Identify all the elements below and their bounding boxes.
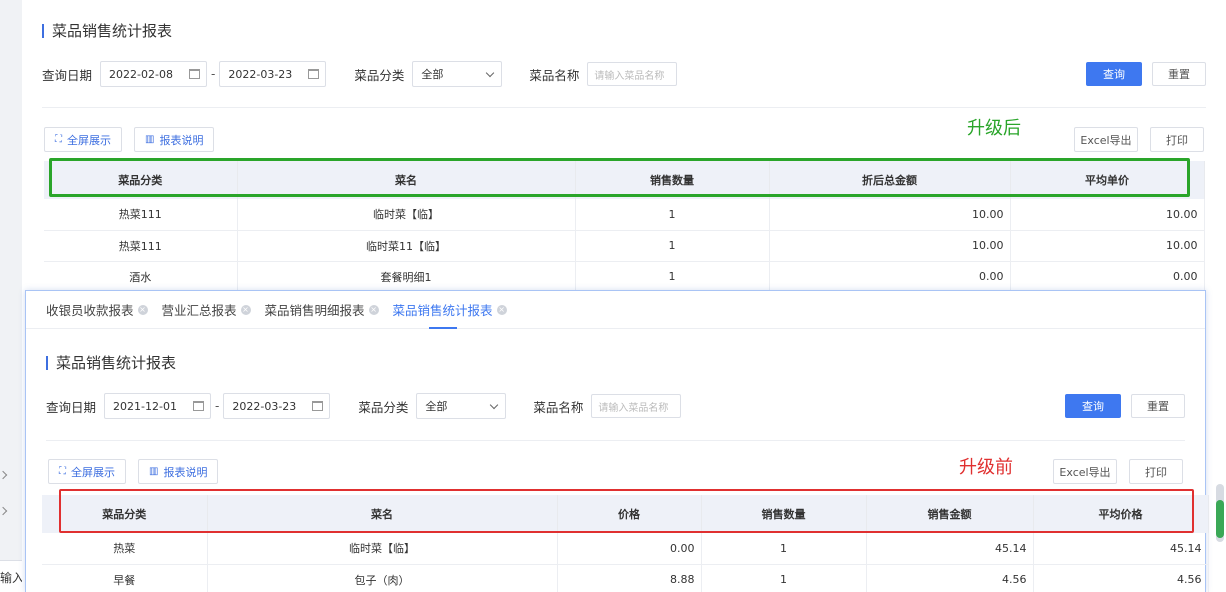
date-end-picker[interactable]: 2022-03-23 — [219, 61, 327, 87]
tab-cashier-report[interactable]: 收银员收款报表 × — [46, 291, 148, 329]
tab-dish-detail-report[interactable]: 菜品销售明细报表 × — [265, 291, 379, 329]
fullscreen-icon: ⛶ — [59, 466, 66, 477]
toolbar: ⛶ 全屏展示 ▥ 报表说明 Excel导出 打印 — [44, 127, 1204, 152]
query-button[interactable]: 查询 — [1086, 62, 1142, 86]
category-label: 菜品分类 — [358, 399, 409, 415]
table-row[interactable]: 热菜111 临时菜11【临】 1 10.00 10.00 — [44, 230, 1205, 262]
table-row[interactable]: 热菜 临时菜【临】 0.00 1 45.14 45.14 — [42, 533, 1209, 565]
bar-chart-icon: ▥ — [149, 466, 159, 477]
table-row[interactable]: 热菜111 临时菜【临】 1 10.00 10.00 — [44, 199, 1205, 231]
report-explain-button[interactable]: ▥ 报表说明 — [138, 459, 219, 484]
tab-bar: 收银员收款报表 × 营业汇总报表 × 菜品销售明细报表 × 菜品销售统计报表 × — [26, 291, 1205, 329]
calendar-icon — [189, 69, 201, 79]
reset-button[interactable]: 重置 — [1131, 394, 1185, 418]
page-title: 菜品销售统计报表 — [42, 20, 172, 41]
chevron-down-icon — [490, 400, 499, 409]
print-button[interactable]: 打印 — [1129, 459, 1183, 484]
screen: 输入优 菜品销售统计报表 查询日期 2022-02-08 - 2022-03-2… — [0, 0, 1226, 592]
fullscreen-icon: ⛶ — [55, 134, 62, 145]
close-icon[interactable]: × — [368, 304, 379, 315]
date-separator: - — [211, 67, 216, 81]
highlight-box-after — [49, 158, 1190, 197]
dish-name-input[interactable]: 请输入菜品名称 — [587, 62, 678, 86]
chevron-down-icon — [486, 68, 495, 77]
date-label: 查询日期 — [46, 399, 97, 415]
date-start-picker[interactable]: 2022-02-08 — [100, 61, 208, 87]
scrollbar-thumb[interactable] — [1216, 500, 1224, 538]
tab-business-summary[interactable]: 营业汇总报表 × — [162, 291, 251, 329]
table-row[interactable]: 酒水 套餐明细1 1 0.00 0.00 — [44, 261, 1205, 293]
name-label: 菜品名称 — [529, 67, 580, 83]
category-select[interactable]: 全部 — [412, 61, 503, 87]
bar-chart-icon: ▥ — [145, 134, 155, 145]
report-panel-before: 收银员收款报表 × 营业汇总报表 × 菜品销售明细报表 × 菜品销售统计报表 × 菜品销… — [25, 290, 1209, 592]
highlight-box-before — [59, 489, 1194, 533]
close-icon[interactable]: × — [240, 304, 251, 315]
chevron-right-icon[interactable] — [0, 506, 8, 516]
annotation-before: 升级前 — [959, 457, 1013, 478]
date-start-picker[interactable]: 2021-12-01 — [104, 393, 212, 419]
excel-export-button[interactable]: Excel导出 — [1053, 459, 1117, 484]
title-accent — [42, 23, 44, 38]
calendar-icon — [308, 69, 320, 79]
name-label: 菜品名称 — [533, 399, 584, 415]
dish-name-input[interactable]: 请输入菜品名称 — [591, 394, 682, 418]
print-button[interactable]: 打印 — [1150, 127, 1204, 152]
date-end-picker[interactable]: 2022-03-23 — [223, 393, 331, 419]
date-separator: - — [215, 399, 220, 413]
report-explain-button[interactable]: ▥ 报表说明 — [134, 127, 215, 152]
date-label: 查询日期 — [42, 67, 93, 83]
category-select[interactable]: 全部 — [416, 393, 507, 419]
fullscreen-button[interactable]: ⛶ 全屏展示 — [48, 459, 126, 484]
tab-dish-statistics-report[interactable]: 菜品销售统计报表 × — [393, 291, 507, 329]
title-accent — [46, 355, 48, 370]
table-row[interactable]: 早餐 包子（肉） 8.88 1 4.56 4.56 — [42, 564, 1209, 592]
calendar-icon — [193, 401, 205, 411]
filter-bar: 查询日期 2022-02-08 - 2022-03-23 菜品分类 全部 菜品名… — [42, 61, 1206, 87]
divider — [42, 107, 1206, 108]
page-title: 菜品销售统计报表 — [46, 352, 176, 373]
vertical-scrollbar[interactable] — [1216, 484, 1224, 542]
chevron-right-icon[interactable] — [0, 470, 8, 480]
category-label: 菜品分类 — [354, 67, 405, 83]
divider — [46, 440, 1185, 441]
reset-button[interactable]: 重置 — [1152, 62, 1206, 86]
close-icon[interactable]: × — [496, 304, 507, 315]
filter-bar: 查询日期 2021-12-01 - 2022-03-23 菜品分类 全部 菜品名… — [46, 393, 1185, 419]
annotation-after: 升级后 — [967, 118, 1021, 139]
close-icon[interactable]: × — [137, 304, 148, 315]
excel-export-button[interactable]: Excel导出 — [1074, 127, 1138, 152]
fullscreen-button[interactable]: ⛶ 全屏展示 — [44, 127, 122, 152]
calendar-icon — [312, 401, 324, 411]
query-button[interactable]: 查询 — [1065, 394, 1121, 418]
